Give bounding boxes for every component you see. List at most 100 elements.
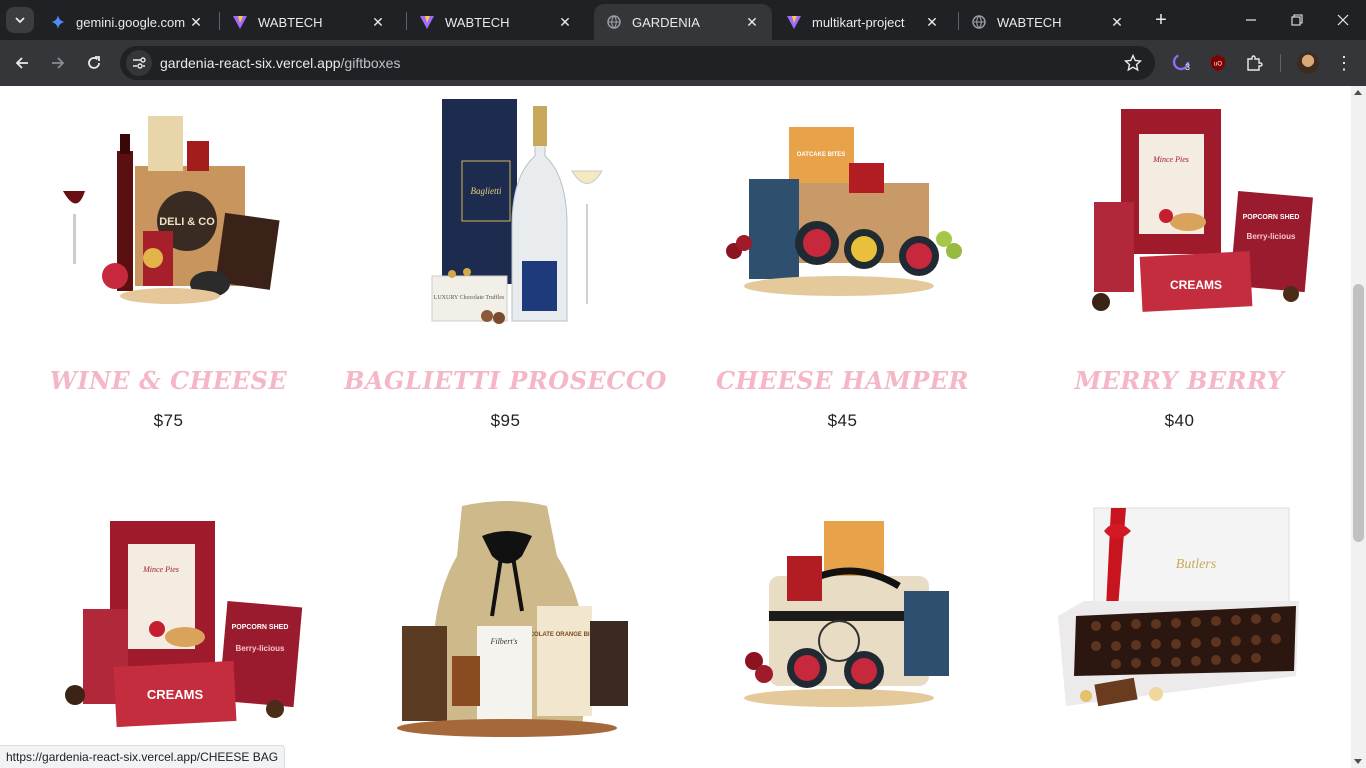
product-name[interactable]: CHEESE HAMPER — [674, 366, 1011, 395]
gift-bag-image: CHOCOLATE ORANGE BISCUITS Filbert's — [397, 501, 628, 737]
link-status-bar: https://gardenia-react-six.vercel.app/CH… — [0, 745, 286, 768]
tab-wabtech-1[interactable]: WABTECH ✕ — [220, 4, 398, 40]
extensions-button[interactable] — [1243, 52, 1265, 74]
forward-button[interactable] — [43, 48, 73, 78]
tab-strip: gemini.google.com ✕ WABTECH ✕ WABTECH ✕ … — [0, 0, 1366, 40]
popcorn-label: POPCORN SHED — [232, 624, 289, 631]
deli-label: DELI & CO — [159, 216, 215, 228]
close-icon — [1337, 14, 1349, 26]
product-card[interactable]: Butlers — [1011, 491, 1348, 768]
close-icon[interactable]: ✕ — [744, 14, 760, 30]
ublock-extension-button[interactable]: uO — [1207, 52, 1229, 74]
product-card[interactable]: Mince Pies POPCORN SHED Berry-licious CR… — [1011, 86, 1348, 446]
chevron-down-icon — [15, 17, 25, 24]
vite-icon — [419, 14, 435, 30]
product-card[interactable] — [674, 491, 1011, 768]
extension-refresh-button[interactable]: 3 — [1171, 52, 1193, 74]
close-icon[interactable]: ✕ — [188, 14, 204, 30]
luxury-label: LUXURY Chocolate Truffles — [434, 294, 505, 301]
berry-label: Berry-licious — [1247, 232, 1296, 241]
puzzle-icon — [1247, 55, 1263, 71]
butlers-chocolates-image: Butlers — [1058, 507, 1299, 707]
close-window-button[interactable] — [1320, 0, 1366, 40]
new-tab-button[interactable]: + — [1150, 9, 1172, 31]
toolbar-divider — [1280, 54, 1281, 72]
minimize-button[interactable] — [1228, 0, 1274, 40]
vite-icon — [786, 14, 802, 30]
tab-gemini[interactable]: gemini.google.com ✕ — [38, 4, 216, 40]
tab-wabtech-2[interactable]: WABTECH ✕ — [407, 4, 585, 40]
bookmark-button[interactable] — [1123, 53, 1143, 73]
browser-menu-button[interactable]: ⋮ — [1334, 52, 1354, 74]
creams-label: CREAMS — [147, 687, 204, 702]
product-card[interactable]: OATCAKE BITES CHEESE HAMPER $45 — [674, 86, 1011, 446]
url-text: gardenia-react-six.vercel.app/giftboxes — [160, 55, 400, 71]
product-price: $95 — [490, 411, 521, 430]
tab-title: GARDENIA — [632, 14, 700, 30]
filberts-label: Filbert's — [489, 637, 517, 646]
baglietti-prosecco-image: Baglietti LUXURY Chocolate Truffles — [431, 99, 603, 324]
minimize-icon — [1246, 19, 1256, 21]
tab-multikart[interactable]: multikart-project ✕ — [774, 4, 952, 40]
extension-badge: 3 — [1185, 62, 1191, 72]
url-host: gardenia-react-six.vercel.app — [160, 55, 341, 71]
product-card[interactable]: DELI & CO WINE & CHEESE $75 — [0, 86, 337, 446]
tab-title: WABTECH — [445, 14, 510, 30]
scroll-up-arrow-icon[interactable] — [1354, 90, 1362, 95]
product-name[interactable]: WINE & CHEESE — [0, 366, 337, 395]
cheese-hamper-image: OATCAKE BITES — [726, 127, 962, 296]
globe-icon — [971, 14, 987, 30]
product-card[interactable]: Mince Pies POPCORN SHED Berry-licious CR… — [0, 491, 337, 768]
reload-icon — [88, 56, 100, 69]
arrow-right-icon — [52, 57, 65, 69]
merry-berry-image: Mince Pies POPCORN SHED Berry-licious CR… — [65, 521, 303, 728]
arrow-left-icon — [15, 57, 28, 69]
back-button[interactable] — [7, 48, 37, 78]
url-path: /giftboxes — [340, 55, 401, 71]
vertical-scrollbar[interactable] — [1351, 86, 1366, 768]
profile-avatar[interactable] — [1297, 52, 1319, 74]
butlers-label: Butlers — [1176, 557, 1217, 572]
gemini-icon — [50, 14, 66, 30]
product-card[interactable]: CHOCOLATE ORANGE BISCUITS Filbert's — [337, 491, 674, 768]
product-name[interactable]: MERRY BERRY — [1011, 366, 1348, 395]
product-price: $75 — [153, 411, 184, 430]
product-card[interactable]: Baglietti LUXURY Chocolate Truffles BAGL… — [337, 86, 674, 446]
creams-label: CREAMS — [1170, 278, 1222, 292]
address-bar[interactable]: gardenia-react-six.vercel.app/giftboxes — [120, 46, 1155, 80]
popcorn-label: POPCORN SHED — [1243, 214, 1300, 221]
globe-icon — [606, 14, 622, 30]
product-price: $45 — [827, 411, 858, 430]
tab-search-button[interactable] — [6, 7, 34, 33]
vite-icon — [232, 14, 248, 30]
cheese-bag-image — [744, 521, 949, 707]
tab-wabtech-3[interactable]: WABTECH ✕ — [959, 4, 1137, 40]
close-icon[interactable]: ✕ — [557, 14, 573, 30]
close-icon[interactable]: ✕ — [924, 14, 940, 30]
reload-button[interactable] — [79, 48, 109, 78]
tab-title: WABTECH — [258, 14, 323, 30]
wine-cheese-image: DELI & CO — [63, 116, 280, 304]
star-icon — [1124, 54, 1142, 72]
tune-icon — [133, 57, 146, 69]
browser-toolbar: gardenia-react-six.vercel.app/giftboxes … — [0, 40, 1366, 86]
scrollbar-thumb[interactable] — [1353, 284, 1364, 542]
restore-button[interactable] — [1274, 0, 1320, 40]
scroll-down-arrow-icon[interactable] — [1354, 759, 1362, 764]
page-content: DELI & CO WINE & CHEESE $75 Baglietti LU… — [0, 86, 1351, 768]
baglietti-label: Baglietti — [471, 186, 502, 196]
site-info-button[interactable] — [126, 50, 152, 76]
product-price: $40 — [1164, 411, 1195, 430]
close-icon[interactable]: ✕ — [1109, 14, 1125, 30]
mince-label: Mince Pies — [1152, 155, 1189, 164]
close-icon[interactable]: ✕ — [370, 14, 386, 30]
restore-icon — [1291, 14, 1303, 26]
tab-title: multikart-project — [812, 14, 905, 30]
tab-title: gemini.google.com — [76, 14, 186, 30]
tab-gardenia[interactable]: GARDENIA ✕ — [594, 4, 772, 40]
mince-label: Mince Pies — [142, 565, 179, 574]
tab-title: WABTECH — [997, 14, 1062, 30]
berry-label: Berry-licious — [236, 644, 285, 653]
product-name[interactable]: BAGLIETTI PROSECCO — [337, 366, 674, 395]
merry-berry-image: Mince Pies POPCORN SHED Berry-licious CR… — [1092, 109, 1313, 312]
